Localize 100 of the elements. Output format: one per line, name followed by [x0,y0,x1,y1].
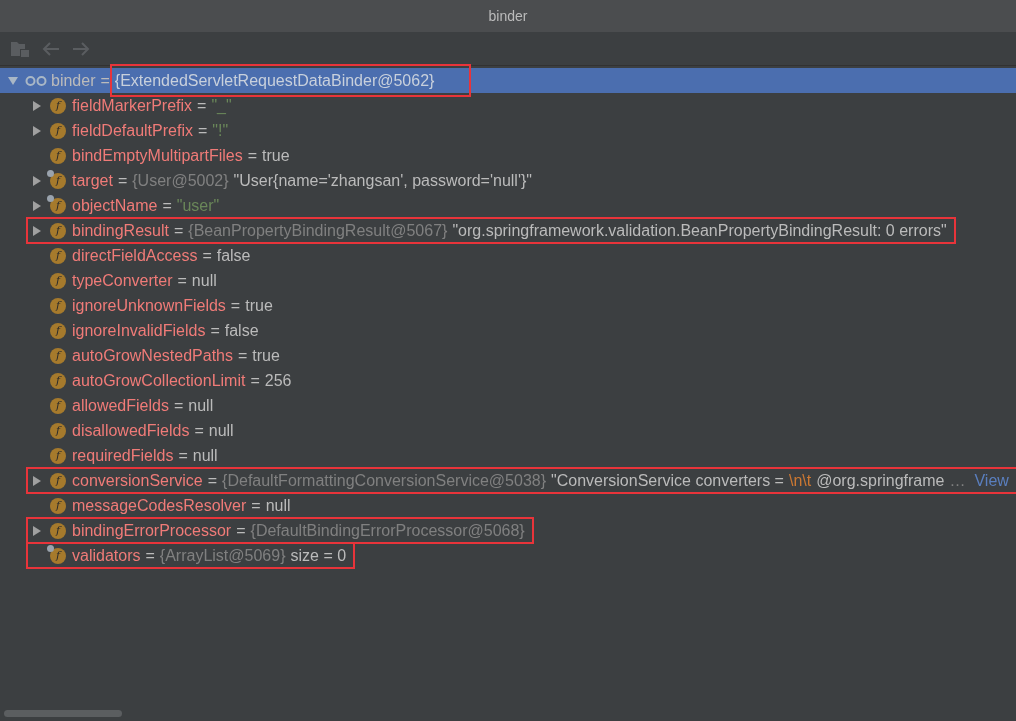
value-text: "User{name='zhangsan', password='null'}" [233,170,532,191]
field-name: ignoreUnknownFields [72,295,226,316]
tree-row[interactable]: f requiredFields = null [27,443,226,468]
tree-row[interactable]: f allowedFields = null [27,393,222,418]
value-text: true [262,145,290,166]
field-badge: f [50,122,66,139]
type-label: {DefaultBindingErrorProcessor@5068} [250,520,525,541]
field-badge: f [50,172,66,189]
field-name: ignoreInvalidFields [72,320,206,341]
scrollbar-thumb[interactable] [4,709,122,717]
value-text: 256 [264,370,292,391]
field-badge: f [50,322,66,339]
field-badge: f [50,472,66,489]
value-text: true [252,345,280,366]
value-text: null [208,420,234,441]
equals-sign: = [230,295,241,316]
equals-sign: = [197,95,207,116]
tree-row[interactable]: f conversionService = {DefaultFormattingConversionService@5038} "ConversionService converters = \n\t @org.springframe … View [27,468,1016,493]
equals-sign: = [250,370,260,391]
tree-row[interactable]: f target = {User@5002} "User{name='zhangsan', password='null'}" [27,168,540,193]
field-name: bindEmptyMultipartFiles [72,145,243,166]
expand-arrow-icon[interactable] [32,475,42,486]
tree-row[interactable]: f disallowedFields = null [27,418,242,443]
type-label: {User@5002} [132,170,229,191]
equals-sign: = [251,495,261,516]
equals-sign: = [178,445,188,466]
equals-sign: = [210,320,220,341]
glasses-icon [25,75,47,86]
value-text: "org.springframework.validation.BeanPropertyBindingResult: 0 errors" [452,220,947,241]
expand-arrow-icon[interactable] [32,100,42,111]
tree-row[interactable]: f ignoreInvalidFields = false [27,318,267,343]
field-badge: f [50,247,66,264]
equals-sign: = [197,120,208,141]
field-name: autoGrowNestedPaths [72,345,233,366]
field-badge: f [50,397,66,414]
tree-row[interactable]: f autoGrowNestedPaths = true [27,343,288,368]
type-label: {ArrayList@5069} [159,545,286,566]
expand-arrow-icon[interactable] [32,125,42,136]
field-name: bindingResult [72,220,169,241]
value-text: true [245,295,273,316]
expand-arrow-icon[interactable] [32,200,42,211]
tree-row[interactable]: f validators = {ArrayList@5069} size = 0 [27,543,355,568]
value-text: null [192,445,218,466]
expand-arrow-icon[interactable] [32,225,42,236]
field-name: directFieldAccess [72,245,198,266]
equals-sign: = [236,520,246,541]
tree-row[interactable]: f objectName = "user" [27,193,228,218]
tree-row[interactable]: f fieldMarkerPrefix = "_" [27,93,240,118]
field-badge: f [50,522,66,539]
escape-sequence: \n\t [788,470,812,491]
expand-arrow-icon[interactable] [32,525,42,536]
equals-sign: = [202,245,212,266]
tree-row[interactable]: f ignoreUnknownFields = true [27,293,281,318]
tree-row[interactable]: f autoGrowCollectionLimit = 256 [27,368,300,393]
tree-row[interactable]: f typeConverter = null [27,268,225,293]
tree-row[interactable]: f messageCodesResolver = null [27,493,299,518]
type-label: {ExtendedServletRequestDataBinder@5062} [114,70,435,91]
window-title: binder [0,0,1016,32]
field-badge: f [50,297,66,314]
value-text: "ConversionService converters = [551,470,784,491]
type-label: … [949,470,966,491]
expand-arrow-icon[interactable] [32,175,42,186]
collapse-arrow-icon[interactable] [8,75,18,86]
type-label: {BeanPropertyBindingResult@5067} [188,220,448,241]
field-name: autoGrowCollectionLimit [72,370,246,391]
equals-sign: = [247,145,258,166]
tree-row[interactable]: f bindingErrorProcessor = {DefaultBindingErrorProcessor@5068} [27,518,533,543]
equals-sign: = [117,170,128,191]
value-text: false [216,245,251,266]
value-text: null [188,395,214,416]
value-text: "!" [212,120,229,141]
tree-row[interactable]: f bindingResult = {BeanPropertyBindingResult@5067} "org.springframework.validation.BeanPropertyBindingResult: 0 errors" [27,218,955,243]
field-name: allowedFields [72,395,169,416]
tree-row[interactable]: f bindEmptyMultipartFiles = true [27,143,298,168]
field-badge: f [50,447,66,464]
equals-sign: = [145,545,155,566]
field-badge: f [50,422,66,439]
field-name: fieldDefaultPrefix [72,120,193,141]
equals-sign: = [173,395,184,416]
field-badge: f [50,272,66,289]
field-badge: f [50,497,66,514]
field-badge: f [50,347,66,364]
value-text: null [265,495,291,516]
value-text: size = 0 [290,545,347,566]
field-name: typeConverter [72,270,173,291]
field-name: conversionService [72,470,203,491]
field-badge: f [50,372,66,389]
field-badge: f [50,197,66,214]
variable-name: binder [51,70,96,91]
tree-row[interactable]: f fieldDefaultPrefix = "!" [27,118,237,143]
tree-row[interactable]: f directFieldAccess = false [27,243,259,268]
field-name: target [72,170,113,191]
field-name: messageCodesResolver [72,495,247,516]
value-text: null [191,270,217,291]
equals-sign: = [173,220,184,241]
equals-sign: = [162,195,172,216]
equals-sign: = [207,470,218,491]
field-name: disallowedFields [72,420,190,441]
field-badge: f [50,222,66,239]
value-text: @org.springframe [816,470,945,491]
